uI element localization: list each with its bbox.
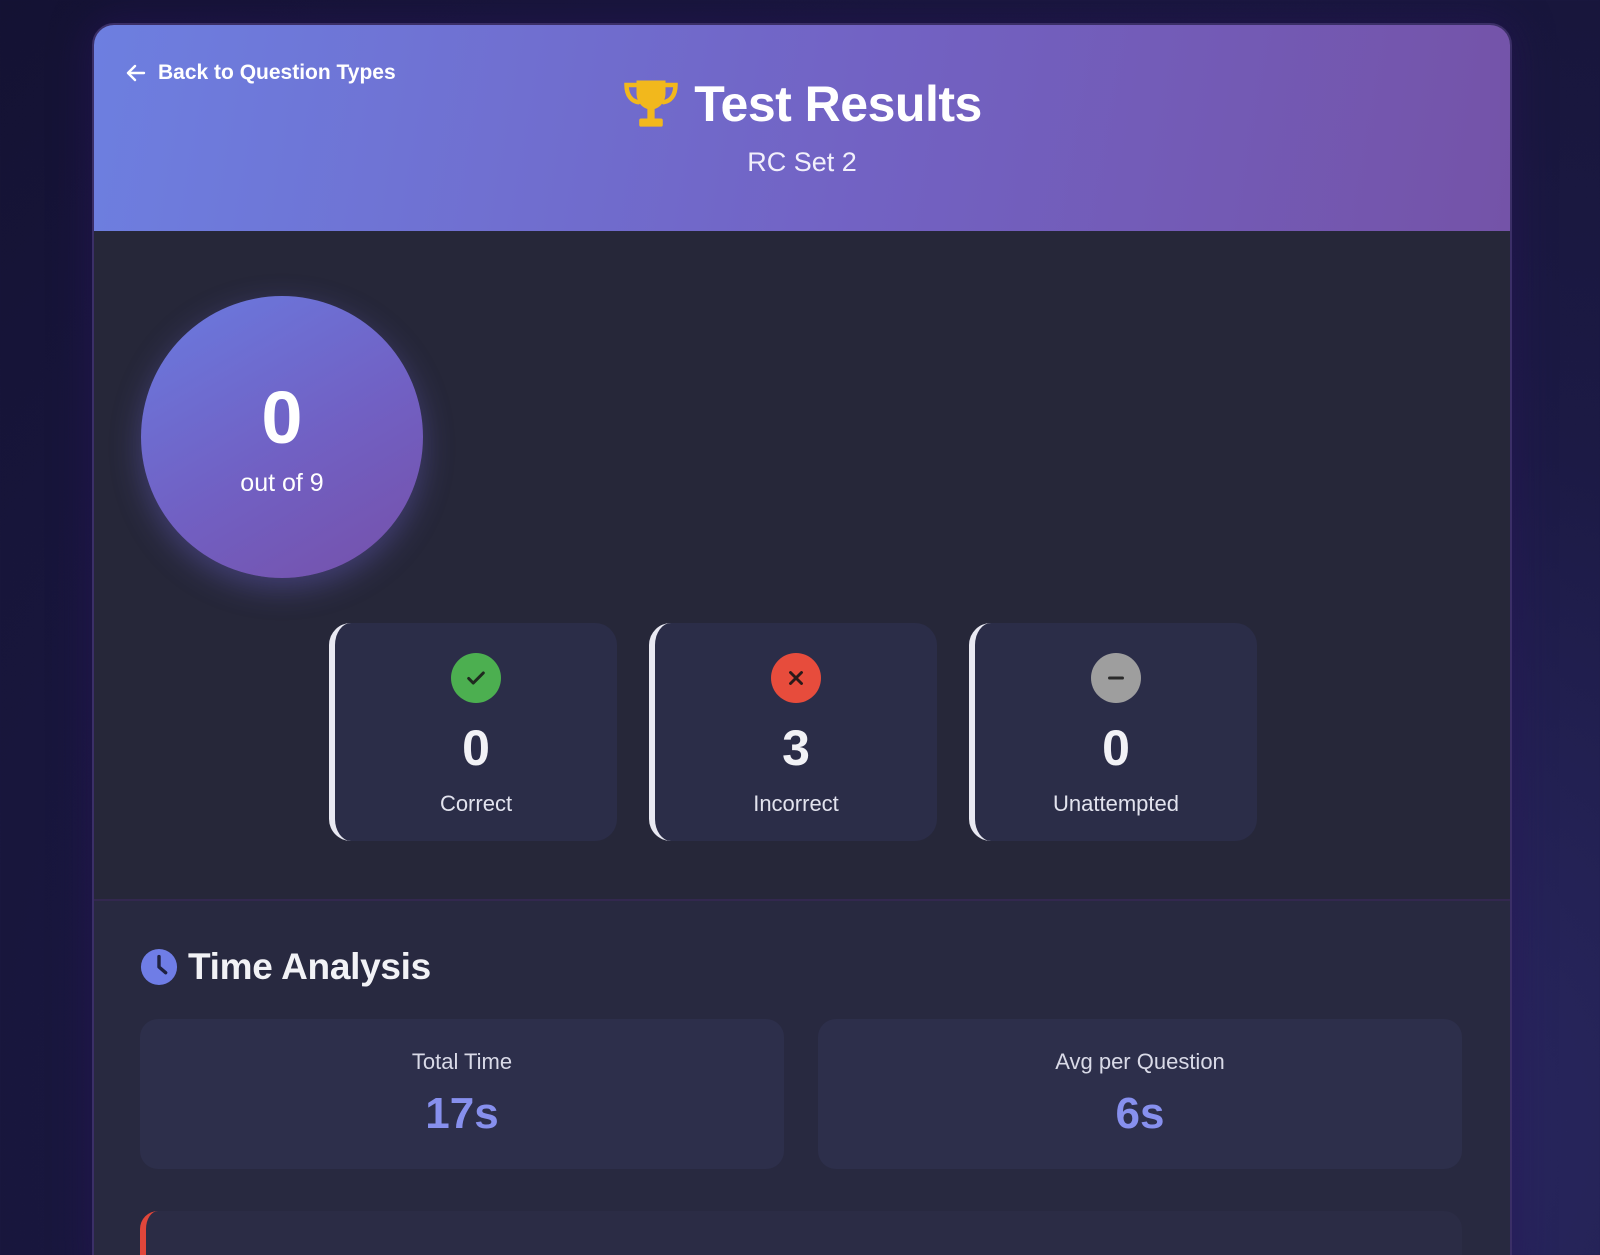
stat-unattempted: 0 Unattempted [969, 623, 1257, 841]
title-row: Test Results [94, 75, 1510, 133]
avg-time-card: Avg per Question 6s [818, 1019, 1462, 1169]
correct-count: 0 [462, 720, 490, 776]
correct-label: Correct [439, 791, 513, 816]
stats-row: 0 Correct 3 Incorrect 0 Unattempted [329, 623, 1257, 841]
next-section-card [140, 1211, 1462, 1255]
time-analysis-heading: Time Analysis [140, 946, 431, 988]
minus-circle-icon [1091, 653, 1141, 703]
score-summary: 0 out of 9 0 Correct 3 Incorrect 0 Unatt… [94, 231, 1510, 899]
avg-time-value: 6s [1115, 1089, 1165, 1138]
page-title: Test Results [694, 76, 982, 132]
incorrect-label: Incorrect [753, 791, 839, 816]
results-card: Back to Question Types Test Results RC S… [92, 23, 1512, 1255]
time-cards: Total Time 17s Avg per Question 6s [140, 1019, 1462, 1169]
stat-correct: 0 Correct [329, 623, 617, 841]
results-header: Back to Question Types Test Results RC S… [94, 25, 1510, 231]
avg-time-label: Avg per Question [1055, 1049, 1225, 1074]
time-analysis-title: Time Analysis [188, 946, 431, 987]
test-set-name: RC Set 2 [747, 147, 857, 177]
x-circle-icon [771, 653, 821, 703]
unattempted-label: Unattempted [1053, 791, 1179, 816]
total-time-label: Total Time [411, 1049, 513, 1074]
score-value: 0 [261, 375, 303, 459]
check-circle-icon [451, 653, 501, 703]
score-circle: 0 out of 9 [141, 296, 423, 578]
trophy-icon [624, 80, 678, 127]
time-analysis-section: Time Analysis Total Time 17s Avg per Que… [94, 901, 1510, 1255]
clock-icon [140, 948, 178, 986]
incorrect-count: 3 [782, 720, 810, 776]
stat-incorrect: 3 Incorrect [649, 623, 937, 841]
total-time-value: 17s [425, 1089, 499, 1138]
total-time-card: Total Time 17s [140, 1019, 784, 1169]
unattempted-count: 0 [1102, 720, 1130, 776]
score-total: out of 9 [240, 468, 324, 497]
